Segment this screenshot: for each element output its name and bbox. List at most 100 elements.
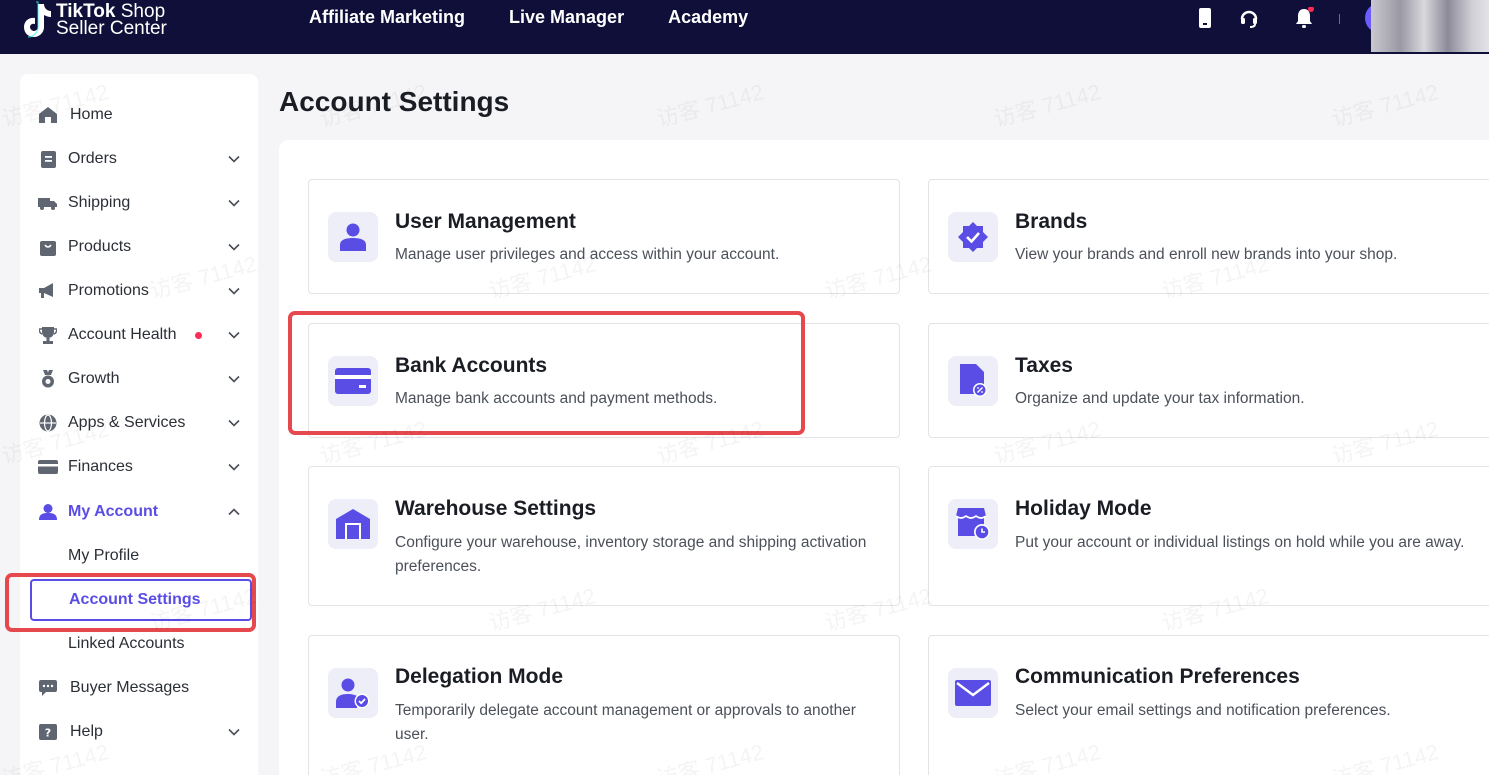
chevron-up-icon [228, 508, 240, 516]
card-icon [38, 457, 58, 477]
bell-icon[interactable] [1294, 6, 1314, 28]
tax-document-icon [948, 356, 998, 406]
bank-card-icon [328, 356, 378, 406]
sidebar-item-label: Home [70, 106, 113, 123]
sidebar-item-account-health[interactable]: Account Health [20, 317, 258, 353]
chevron-down-icon [228, 287, 240, 295]
sidebar-item-label: Promotions [68, 282, 149, 299]
sidebar-item-apps-services[interactable]: Apps & Services [20, 405, 258, 441]
sidebar: Home Orders Shipping Products Promotions [20, 74, 258, 775]
card-bank-accounts[interactable]: Bank Accounts Manage bank accounts and p… [308, 323, 900, 438]
user-icon [328, 212, 378, 262]
user-check-icon [328, 668, 378, 718]
nav-academy[interactable]: Academy [668, 5, 748, 29]
sidebar-item-growth[interactable]: Growth [20, 361, 258, 397]
chevron-down-icon [228, 419, 240, 427]
sidebar-item-promotions[interactable]: Promotions [20, 273, 258, 309]
blurred-account-info [1371, 0, 1489, 52]
card-description: Manage user privileges and access within… [395, 246, 780, 263]
trophy-icon [38, 325, 58, 345]
chevron-down-icon [228, 199, 240, 207]
store-clock-icon [948, 499, 998, 549]
sidebar-item-label: Apps & Services [68, 414, 186, 431]
alert-dot [195, 331, 202, 339]
card-taxes[interactable]: Taxes Organize and update your tax infor… [928, 323, 1489, 438]
sidebar-item-label: Orders [68, 150, 117, 167]
sidebar-item-my-account[interactable]: My Account [20, 494, 258, 530]
chevron-down-icon [228, 375, 240, 383]
card-description: Put your account or individual listings … [1015, 534, 1465, 551]
sidebar-item-home[interactable]: Home [20, 97, 258, 133]
card-title: Brands [1015, 210, 1088, 233]
megaphone-icon [38, 281, 58, 301]
page-title: Account Settings [279, 86, 510, 117]
sidebar-item-finances[interactable]: Finances [20, 449, 258, 485]
chevron-down-icon [228, 331, 240, 339]
card-title: Delegation Mode [395, 665, 564, 688]
sidebar-item-label: Growth [68, 370, 120, 387]
sidebar-item-label: Help [70, 723, 103, 740]
sidebar-item-help[interactable]: ? Help [20, 714, 258, 750]
sidebar-item-products[interactable]: Products [20, 229, 258, 265]
svg-text:?: ? [45, 727, 51, 740]
card-title: Holiday Mode [1015, 497, 1152, 520]
tiktok-shop-logo[interactable]: TikTok Shop Seller Center [18, 0, 167, 40]
sidebar-item-orders[interactable]: Orders [20, 141, 258, 177]
card-communication-preferences[interactable]: Communication Preferences Select your em… [928, 635, 1489, 775]
card-user-management[interactable]: User Management Manage user privileges a… [308, 179, 900, 294]
bag-icon [38, 237, 58, 257]
chevron-down-icon [228, 463, 240, 471]
card-warehouse-settings[interactable]: Warehouse Settings Configure your wareho… [308, 466, 900, 606]
card-title: Bank Accounts [395, 354, 548, 377]
sidebar-item-buyer-messages[interactable]: Buyer Messages [20, 670, 258, 706]
sidebar-item-label: Shipping [68, 194, 131, 211]
chevron-down-icon [228, 155, 240, 163]
chevron-down-icon [228, 243, 240, 251]
divider [1339, 14, 1340, 24]
chat-icon [38, 678, 58, 698]
headset-icon[interactable] [1239, 8, 1259, 28]
top-nav: Affiliate Marketing Live Manager Academy [309, 5, 748, 29]
card-description: Organize and update your tax information… [1015, 390, 1305, 407]
verified-badge-icon [948, 212, 998, 262]
medal-icon [38, 369, 58, 389]
sidebar-subitem-linked-accounts[interactable]: Linked Accounts [68, 635, 185, 653]
card-delegation-mode[interactable]: Delegation Mode Temporarily delegate acc… [308, 635, 900, 775]
sidebar-item-label: My Account [68, 503, 159, 520]
home-icon [38, 105, 58, 125]
sidebar-item-label: Finances [68, 458, 133, 475]
watermark: 访客 71142 [990, 74, 1104, 133]
tiktok-logo-icon [18, 0, 54, 40]
card-description: Select your email settings and notificat… [1015, 702, 1391, 719]
card-title: Warehouse Settings [395, 497, 597, 520]
card-title: Communication Preferences [1015, 665, 1300, 688]
nav-affiliate-marketing[interactable]: Affiliate Marketing [309, 5, 465, 29]
sidebar-item-label: Account Health [68, 326, 177, 343]
card-holiday-mode[interactable]: Holiday Mode Put your account or individ… [928, 466, 1489, 606]
card-description: View your brands and enroll new brands i… [1015, 246, 1398, 263]
card-description: Temporarily delegate account management … [395, 702, 856, 743]
sidebar-subitem-my-profile[interactable]: My Profile [68, 547, 139, 565]
warehouse-icon [328, 499, 378, 549]
card-brands[interactable]: Brands View your brands and enroll new b… [928, 179, 1489, 294]
sidebar-item-label: Buyer Messages [70, 679, 190, 696]
sidebar-item-label: Products [68, 238, 132, 255]
orders-icon [38, 149, 58, 169]
globe-icon [38, 413, 58, 433]
sidebar-subitem-account-settings[interactable]: Account Settings [30, 579, 252, 621]
card-description: Manage bank accounts and payment methods… [395, 390, 718, 407]
card-title: Taxes [1015, 354, 1073, 377]
card-title: User Management [395, 210, 576, 233]
envelope-icon [948, 668, 998, 718]
user-icon [38, 502, 58, 522]
chevron-down-icon [228, 728, 240, 736]
top-bar: TikTok Shop Seller Center Affiliate Mark… [0, 0, 1489, 54]
logo-subtitle: Seller Center [56, 18, 167, 39]
truck-icon [38, 193, 58, 213]
watermark: 访客 71142 [653, 74, 767, 133]
card-description: Configure your warehouse, inventory stor… [395, 534, 867, 575]
phone-icon[interactable] [1196, 8, 1216, 28]
sidebar-item-shipping[interactable]: Shipping [20, 185, 258, 221]
nav-live-manager[interactable]: Live Manager [509, 5, 624, 29]
help-icon: ? [38, 722, 58, 742]
